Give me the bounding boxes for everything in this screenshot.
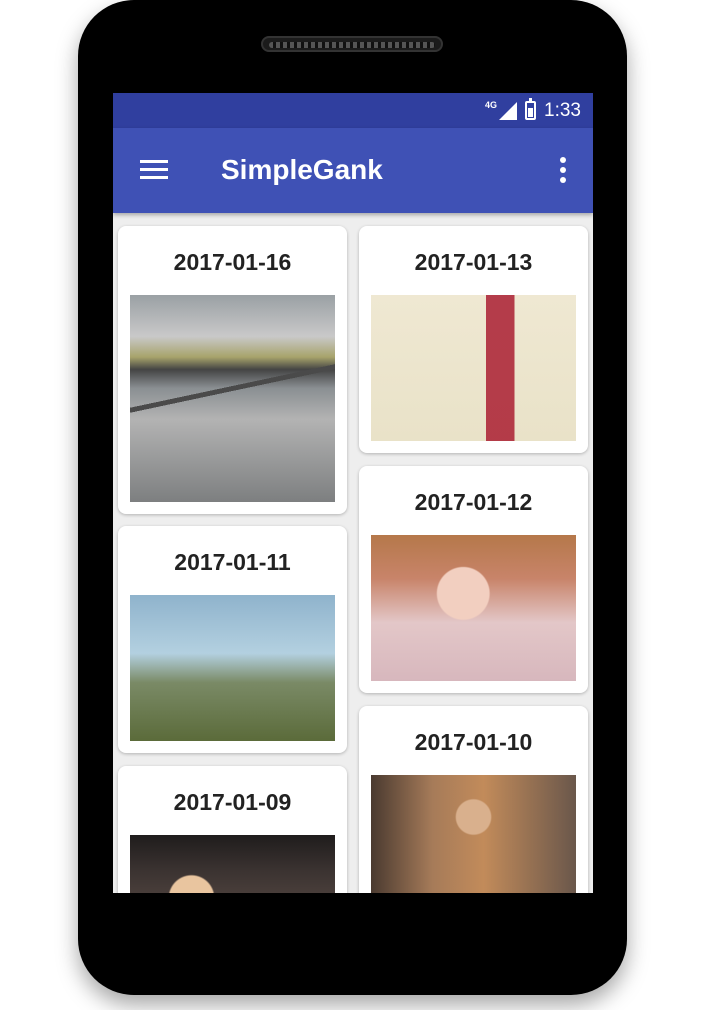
more-vert-icon[interactable] [551, 152, 575, 188]
screen: 4G 1:33 SimpleGank 2017-01-16 2017-01-11… [113, 93, 593, 893]
photo-thumbnail [371, 775, 576, 893]
card-date: 2017-01-13 [414, 249, 533, 275]
status-time: 1:33 [544, 99, 581, 121]
photo-card[interactable]: 2017-01-13 [359, 226, 588, 453]
card-date: 2017-01-11 [174, 549, 291, 575]
status-bar: 4G 1:33 [113, 93, 593, 128]
card-date: 2017-01-09 [173, 789, 292, 815]
photo-card[interactable]: 2017-01-12 [359, 466, 588, 693]
photo-thumbnail [130, 835, 335, 893]
battery-icon [525, 98, 537, 120]
photo-thumbnail [371, 295, 576, 441]
photo-card[interactable]: 2017-01-09 [118, 766, 347, 893]
photo-card[interactable]: 2017-01-10 [359, 706, 588, 893]
photo-thumbnail [130, 595, 335, 741]
card-date: 2017-01-10 [414, 729, 533, 755]
status-icons: 4G 1:33 [485, 93, 581, 128]
card-date: 2017-01-16 [173, 249, 292, 275]
signal-icon [499, 101, 518, 120]
app-title: SimpleGank [221, 154, 383, 185]
hamburger-icon[interactable] [135, 154, 171, 186]
photo-card[interactable]: 2017-01-11 [118, 526, 347, 753]
speaker-grille [261, 36, 443, 52]
card-date: 2017-01-12 [414, 489, 533, 515]
photo-thumbnail [130, 295, 335, 502]
network-type-label: 4G [485, 99, 498, 110]
app-bar: SimpleGank [113, 128, 593, 213]
photo-card[interactable]: 2017-01-16 [118, 226, 347, 514]
photo-thumbnail [371, 535, 576, 681]
